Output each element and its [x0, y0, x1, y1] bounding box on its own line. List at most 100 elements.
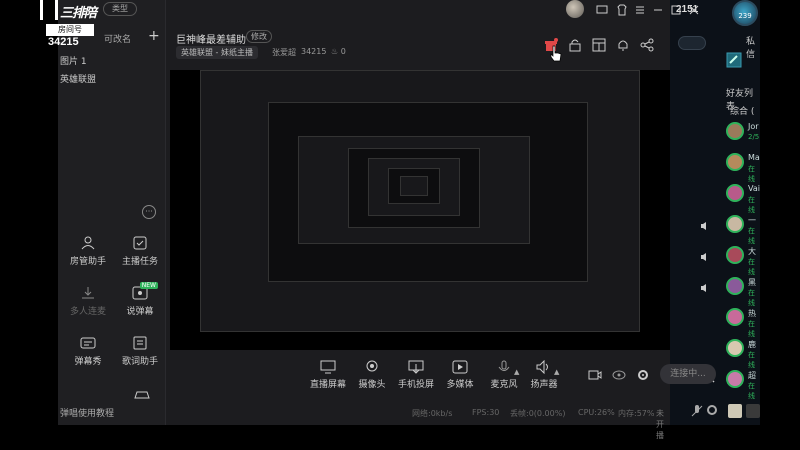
private-message-tab[interactable]: 私信 [746, 34, 760, 60]
media-button[interactable]: 多媒体 [438, 360, 482, 390]
layout-icon[interactable] [592, 38, 606, 52]
friend-row[interactable]: Vai 在线 [726, 182, 760, 214]
game-icon[interactable] [726, 52, 742, 68]
tool-lyrics[interactable]: 歌词助手 [116, 336, 164, 367]
network-status: 网络:0kb/s [412, 409, 453, 418]
screen-icon [320, 360, 336, 374]
close-icon[interactable] [688, 4, 700, 16]
menu-icon[interactable] [634, 4, 646, 16]
friend-name: 超 [748, 371, 756, 380]
streaming-app-window: 三排陪 房间号 34215 类型 可改名 + 图片 1 英雄联盟 ··· 房管助… [40, 0, 716, 440]
friend-avatar [726, 215, 744, 233]
lock-icon[interactable] [568, 38, 582, 52]
chat-icon[interactable] [728, 404, 742, 418]
new-badge: NEW [139, 282, 158, 289]
friend-row[interactable]: 超在线 [726, 368, 760, 400]
voice-speaker-icon[interactable] [700, 221, 710, 231]
friend-row[interactable]: 一在线 [726, 213, 760, 245]
phone-cast-icon [408, 360, 424, 374]
friends-toggle[interactable] [678, 36, 706, 50]
voice-speaker-icon[interactable] [700, 283, 710, 293]
speaker-button[interactable]: 扬声器 [522, 360, 566, 390]
screen-source-button[interactable]: 直播屏幕 [306, 360, 350, 390]
logo-text: 三排陪 [60, 6, 97, 21]
friend-avatar [726, 339, 744, 357]
settings-icon[interactable] [706, 404, 718, 416]
tutorial-link[interactable]: 弹唱使用教程 [60, 406, 114, 419]
level-badge: 239 [738, 12, 752, 20]
minimize-icon[interactable] [652, 4, 664, 16]
scene-item-lol[interactable]: 英雄联盟 [60, 72, 96, 85]
eye-icon[interactable] [612, 368, 626, 382]
friend-avatar [726, 370, 744, 388]
camera-button[interactable]: 摄像头 [350, 360, 394, 390]
friend-group-general[interactable]: 综合 ( [730, 104, 754, 117]
hot-count: ♨ 0 [331, 47, 346, 56]
maximize-icon[interactable] [670, 4, 682, 16]
tool-label: 多媒体 [446, 380, 474, 390]
tool-label: 歌词助手 [121, 357, 158, 367]
voice-speaker-icon[interactable] [700, 252, 710, 262]
record-icon[interactable] [588, 368, 602, 382]
skin-icon[interactable] [616, 4, 628, 16]
friends-panel: 2151 239 私信 好友列表 综合 ( Jor 2/5 Ma 在线 Vai 在线一在线… [670, 0, 760, 425]
friend-row[interactable]: Ma 在线 [726, 151, 760, 183]
edit-title-button[interactable]: 修改 [246, 30, 272, 43]
logo-mark [40, 0, 58, 20]
tool-anchor-task[interactable]: 主播任务 [116, 236, 164, 267]
bell-icon[interactable] [616, 38, 630, 52]
friend-row[interactable]: 大在线 [726, 244, 760, 276]
live-state: 未开播 [656, 409, 664, 440]
message-icon[interactable] [596, 4, 608, 16]
tool-voice-danmaku[interactable]: NEW 说弹幕 [116, 282, 164, 317]
frame-loss-status: 丢帧:0(0.00%) [510, 409, 566, 418]
header: 巨神峰最差辅助 修改 英雄联盟 - 妹纸主播 张爱超 34215 ♨ 0 [166, 0, 699, 68]
friend-row[interactable]: 黑在线 [726, 275, 760, 307]
user-avatar[interactable] [566, 0, 584, 18]
friend-name: Jor [748, 122, 759, 131]
speaker-dropdown-icon[interactable]: ▲ [554, 368, 559, 376]
friend-status: 在线 [748, 382, 755, 400]
multi-mic-icon [82, 287, 94, 299]
start-live-button[interactable]: 连接中... [660, 364, 716, 384]
task-icon [133, 236, 147, 250]
tool-label: 多人连麦 [69, 307, 106, 317]
type-pill[interactable]: 类型 [103, 2, 137, 16]
friend-name: 一 [748, 216, 756, 225]
friend-row[interactable]: Jor 2/5 [726, 120, 760, 148]
tool-multi-mic[interactable]: 多人连麦 [64, 286, 112, 317]
mic-dropdown-icon[interactable]: ▲ [514, 368, 519, 376]
left-sidebar: 三排陪 房间号 34215 类型 可改名 + 图片 1 英雄联盟 ··· 房管助… [40, 0, 166, 425]
tool-label: 弹幕秀 [74, 357, 102, 367]
mic-button[interactable]: 麦克风 [482, 360, 526, 390]
scene-item-image[interactable]: 图片 1 [60, 54, 87, 67]
friend-status: 在线 [748, 320, 755, 338]
friend-row[interactable]: 热在线 [726, 306, 760, 338]
preview-canvas[interactable] [170, 70, 670, 350]
screen: 2151 239 私信 好友列表 综合 ( Jor 2/5 Ma 在线 Vai 在线一在线… [0, 0, 800, 450]
mic-off-icon[interactable] [690, 404, 704, 418]
friend-status: 在线 [748, 227, 755, 245]
friend-avatar [726, 184, 744, 202]
friend-name: 黑 [748, 278, 756, 287]
friend-row[interactable]: 鹿在线 [726, 337, 760, 369]
rename-hint[interactable]: 可改名 [104, 32, 131, 45]
category-selector[interactable]: 英雄联盟 - 妹纸主播 [176, 46, 258, 59]
tool-room-admin[interactable]: 房管助手 [64, 236, 112, 267]
car-icon[interactable] [134, 388, 150, 400]
camera-icon [366, 360, 378, 372]
tool-danmaku-show[interactable]: 弹幕秀 [64, 336, 112, 367]
share-icon[interactable] [640, 38, 654, 52]
friend-avatar [726, 246, 744, 264]
settings-icon[interactable] [636, 368, 650, 382]
more-icon[interactable]: ··· [142, 205, 156, 219]
add-scene-button[interactable]: + [148, 28, 160, 44]
menu-icon[interactable] [746, 404, 760, 418]
room-number: 34215 [48, 36, 79, 48]
fps-status: FPS:30 [472, 408, 500, 417]
tool-label: 主播任务 [121, 257, 158, 267]
phone-cast-button[interactable]: 手机投屏 [394, 360, 438, 390]
speaker-icon [536, 360, 548, 374]
friend-name: Vai [748, 184, 760, 193]
user-admin-icon [81, 236, 95, 250]
